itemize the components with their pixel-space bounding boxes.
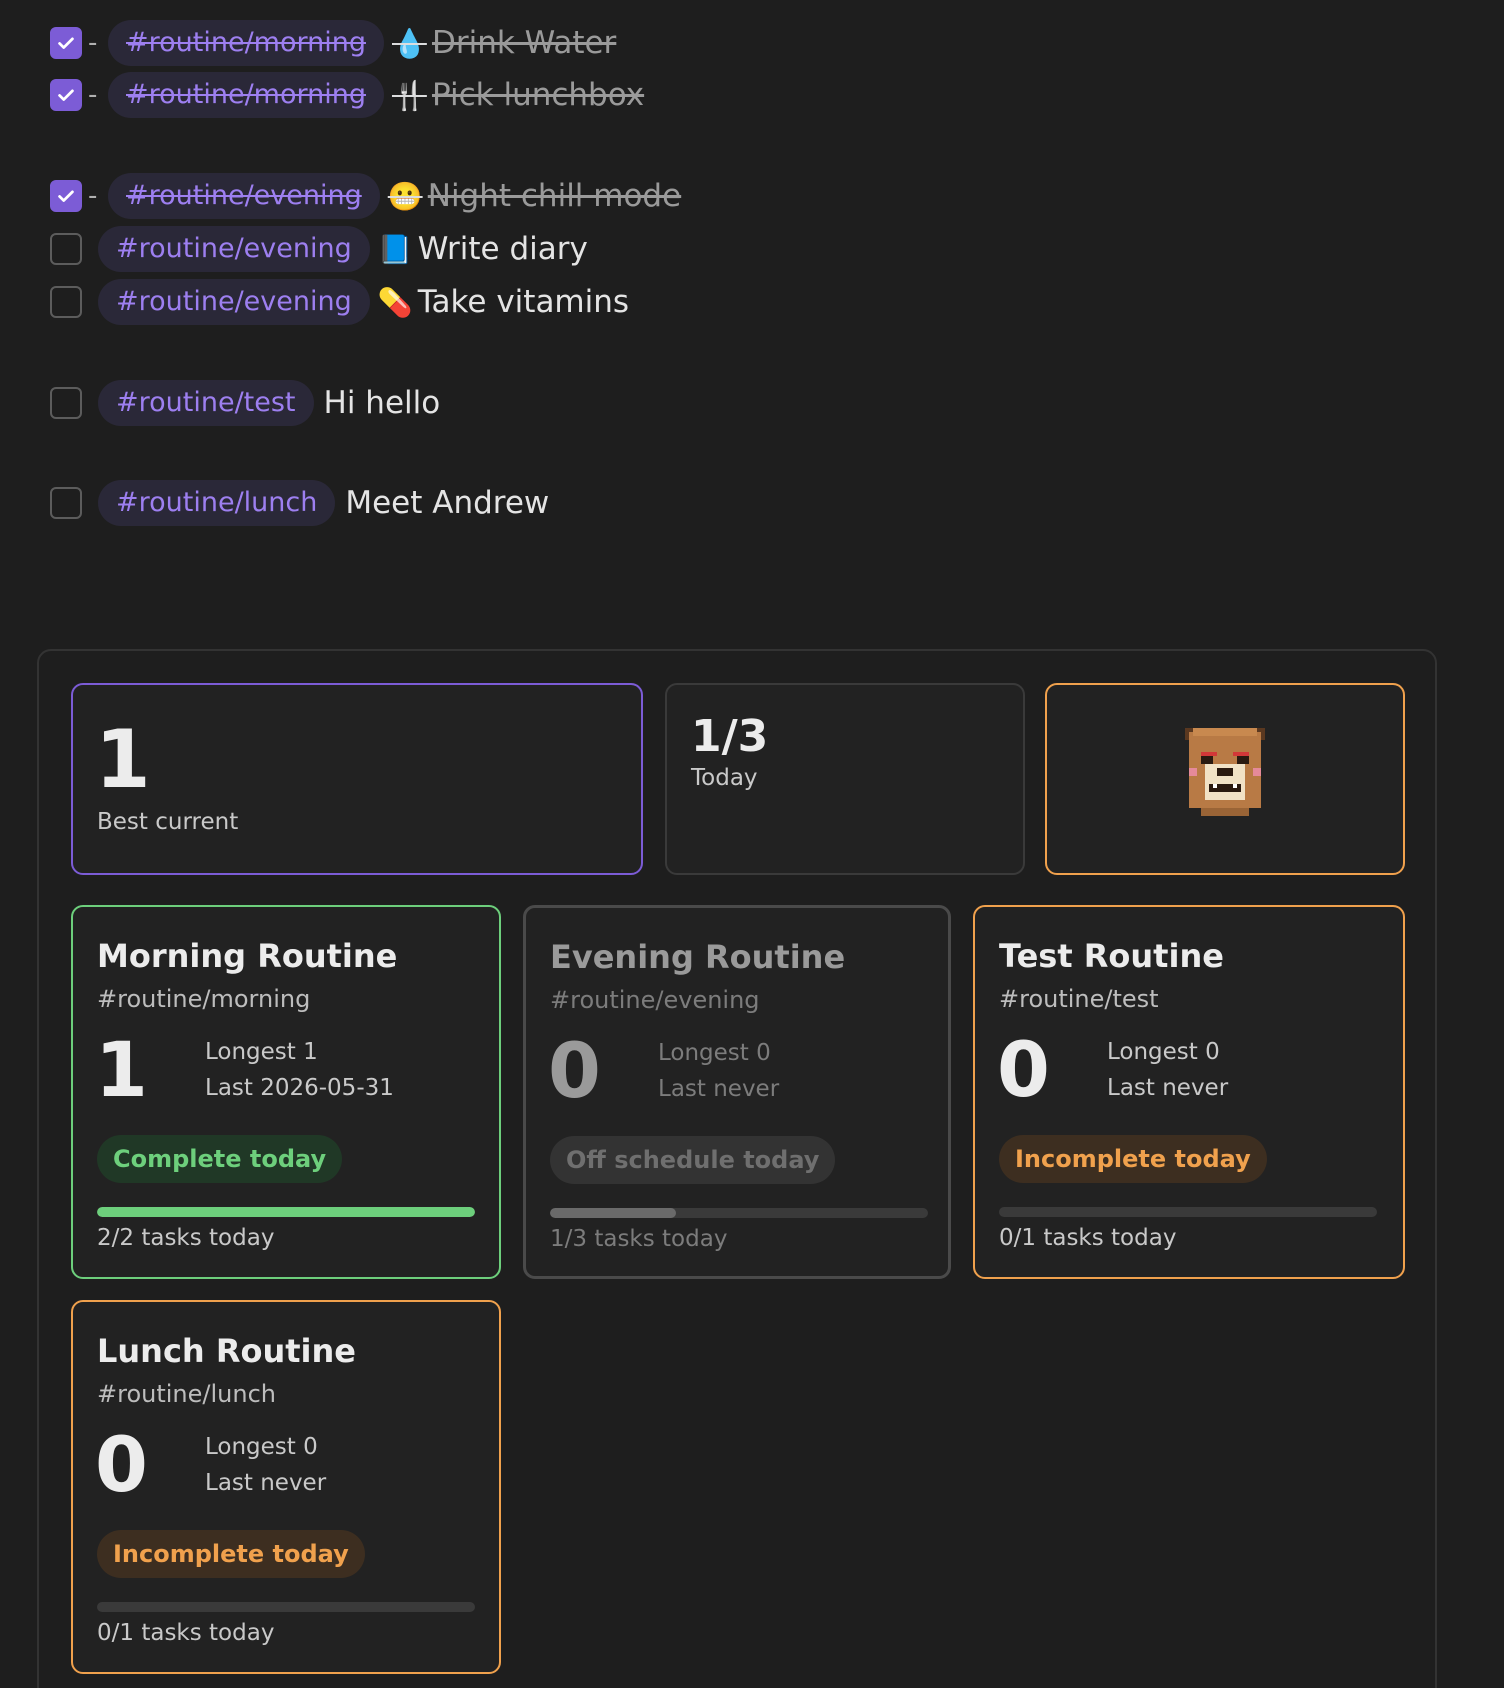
- routine-streak: 0: [548, 1026, 601, 1115]
- book-icon: 📘: [377, 232, 413, 266]
- fork-knife-icon: 🍴: [391, 78, 427, 112]
- task-item: #routine/evening 📘 Write diary: [50, 226, 588, 272]
- progress-fill: [97, 1207, 475, 1217]
- progress-fill: [550, 1208, 676, 1218]
- routine-last: Last never: [658, 1076, 780, 1102]
- progress-bar: [97, 1207, 475, 1217]
- task-text: Night chill mode: [427, 178, 682, 214]
- list-dash: -: [88, 181, 98, 211]
- routine-last: Last never: [205, 1470, 327, 1496]
- check-icon: [58, 89, 74, 101]
- water-drop-icon: 💧: [391, 26, 427, 60]
- routine-streak: 0: [95, 1420, 148, 1509]
- bear-mascot-icon: [1185, 728, 1265, 816]
- routine-streak: 0: [997, 1025, 1050, 1114]
- routine-title: Evening Routine: [550, 938, 846, 976]
- routine-tag: #routine/morning: [97, 985, 311, 1013]
- status-badge: Incomplete today: [999, 1135, 1267, 1183]
- status-badge: Incomplete today: [97, 1530, 365, 1578]
- task-checkbox[interactable]: [50, 387, 82, 419]
- task-item: - #routine/evening 😬 Night chill mode: [50, 173, 682, 219]
- routine-longest: Longest 0: [658, 1040, 771, 1066]
- progress-bar: [97, 1602, 475, 1612]
- routine-title: Lunch Routine: [97, 1332, 356, 1370]
- routine-card-lunch[interactable]: Lunch Routine #routine/lunch 0 Longest 0…: [71, 1300, 501, 1674]
- progress-bar: [550, 1208, 928, 1218]
- today-card: 1/3 Today: [665, 683, 1025, 875]
- pill-icon: 💊: [377, 285, 413, 319]
- task-tag[interactable]: #routine/evening: [98, 226, 370, 272]
- routine-card-evening[interactable]: Evening Routine #routine/evening 0 Longe…: [523, 905, 951, 1279]
- task-checkbox[interactable]: [50, 487, 82, 519]
- task-text: Drink Water: [431, 25, 617, 61]
- progress-bar: [999, 1207, 1377, 1217]
- check-icon: [58, 37, 74, 49]
- routine-tag: #routine/evening: [550, 986, 760, 1014]
- today-value: 1/3: [691, 711, 769, 762]
- routine-title: Test Routine: [999, 937, 1224, 975]
- routine-tag: #routine/test: [999, 985, 1159, 1013]
- routine-streak: 1: [95, 1025, 148, 1114]
- tasks-today: 0/1 tasks today: [97, 1620, 275, 1646]
- task-text: Pick lunchbox: [431, 77, 645, 113]
- routine-tag: #routine/lunch: [97, 1380, 276, 1408]
- routine-longest: Longest 0: [205, 1434, 318, 1460]
- routine-title: Morning Routine: [97, 937, 398, 975]
- list-dash: -: [88, 28, 98, 58]
- tasks-today: 2/2 tasks today: [97, 1225, 275, 1251]
- best-current-card: 1 Best current: [71, 683, 643, 875]
- routine-dashboard: 1 Best current 1/3 Today Morning Routine…: [37, 649, 1437, 1688]
- status-badge: Complete today: [97, 1135, 343, 1183]
- task-text: Meet Andrew: [345, 485, 550, 521]
- task-text: Take vitamins: [417, 284, 630, 320]
- task-item: - #routine/morning 🍴 Pick lunchbox: [50, 72, 645, 118]
- routine-card-test[interactable]: Test Routine #routine/test 0 Longest 0 L…: [973, 905, 1405, 1279]
- status-badge: Off schedule today: [550, 1136, 836, 1184]
- mascot-card: [1045, 683, 1405, 875]
- routine-longest: Longest 0: [1107, 1039, 1220, 1065]
- task-item: - #routine/morning 💧 Drink Water: [50, 20, 617, 66]
- check-icon: [58, 190, 74, 202]
- task-tag[interactable]: #routine/test: [98, 380, 314, 426]
- grimace-face-icon: 😬: [387, 179, 423, 213]
- task-checkbox[interactable]: [50, 286, 82, 318]
- task-item: #routine/test Hi hello: [50, 380, 441, 426]
- best-current-label: Best current: [97, 809, 239, 835]
- routine-last: Last 2026-05-31: [205, 1075, 394, 1101]
- routine-card-morning[interactable]: Morning Routine #routine/morning 1 Longe…: [71, 905, 501, 1279]
- best-current-value: 1: [95, 713, 151, 806]
- task-checkbox[interactable]: [50, 233, 82, 265]
- routine-longest: Longest 1: [205, 1039, 318, 1065]
- task-tag[interactable]: #routine/morning: [108, 72, 384, 118]
- task-tag[interactable]: #routine/evening: [98, 279, 370, 325]
- tasks-today: 0/1 tasks today: [999, 1225, 1177, 1251]
- routine-last: Last never: [1107, 1075, 1229, 1101]
- task-checkbox[interactable]: [50, 180, 82, 212]
- today-label: Today: [691, 765, 758, 791]
- list-dash: -: [88, 80, 98, 110]
- task-tag[interactable]: #routine/lunch: [98, 480, 336, 526]
- task-item: #routine/lunch Meet Andrew: [50, 480, 550, 526]
- task-tag[interactable]: #routine/evening: [108, 173, 380, 219]
- task-checkbox[interactable]: [50, 79, 82, 111]
- task-tag[interactable]: #routine/morning: [108, 20, 384, 66]
- task-text: Hi hello: [323, 385, 441, 421]
- task-checkbox[interactable]: [50, 27, 82, 59]
- tasks-today: 1/3 tasks today: [550, 1226, 728, 1252]
- task-text: Write diary: [417, 231, 588, 267]
- task-item: #routine/evening 💊 Take vitamins: [50, 279, 630, 325]
